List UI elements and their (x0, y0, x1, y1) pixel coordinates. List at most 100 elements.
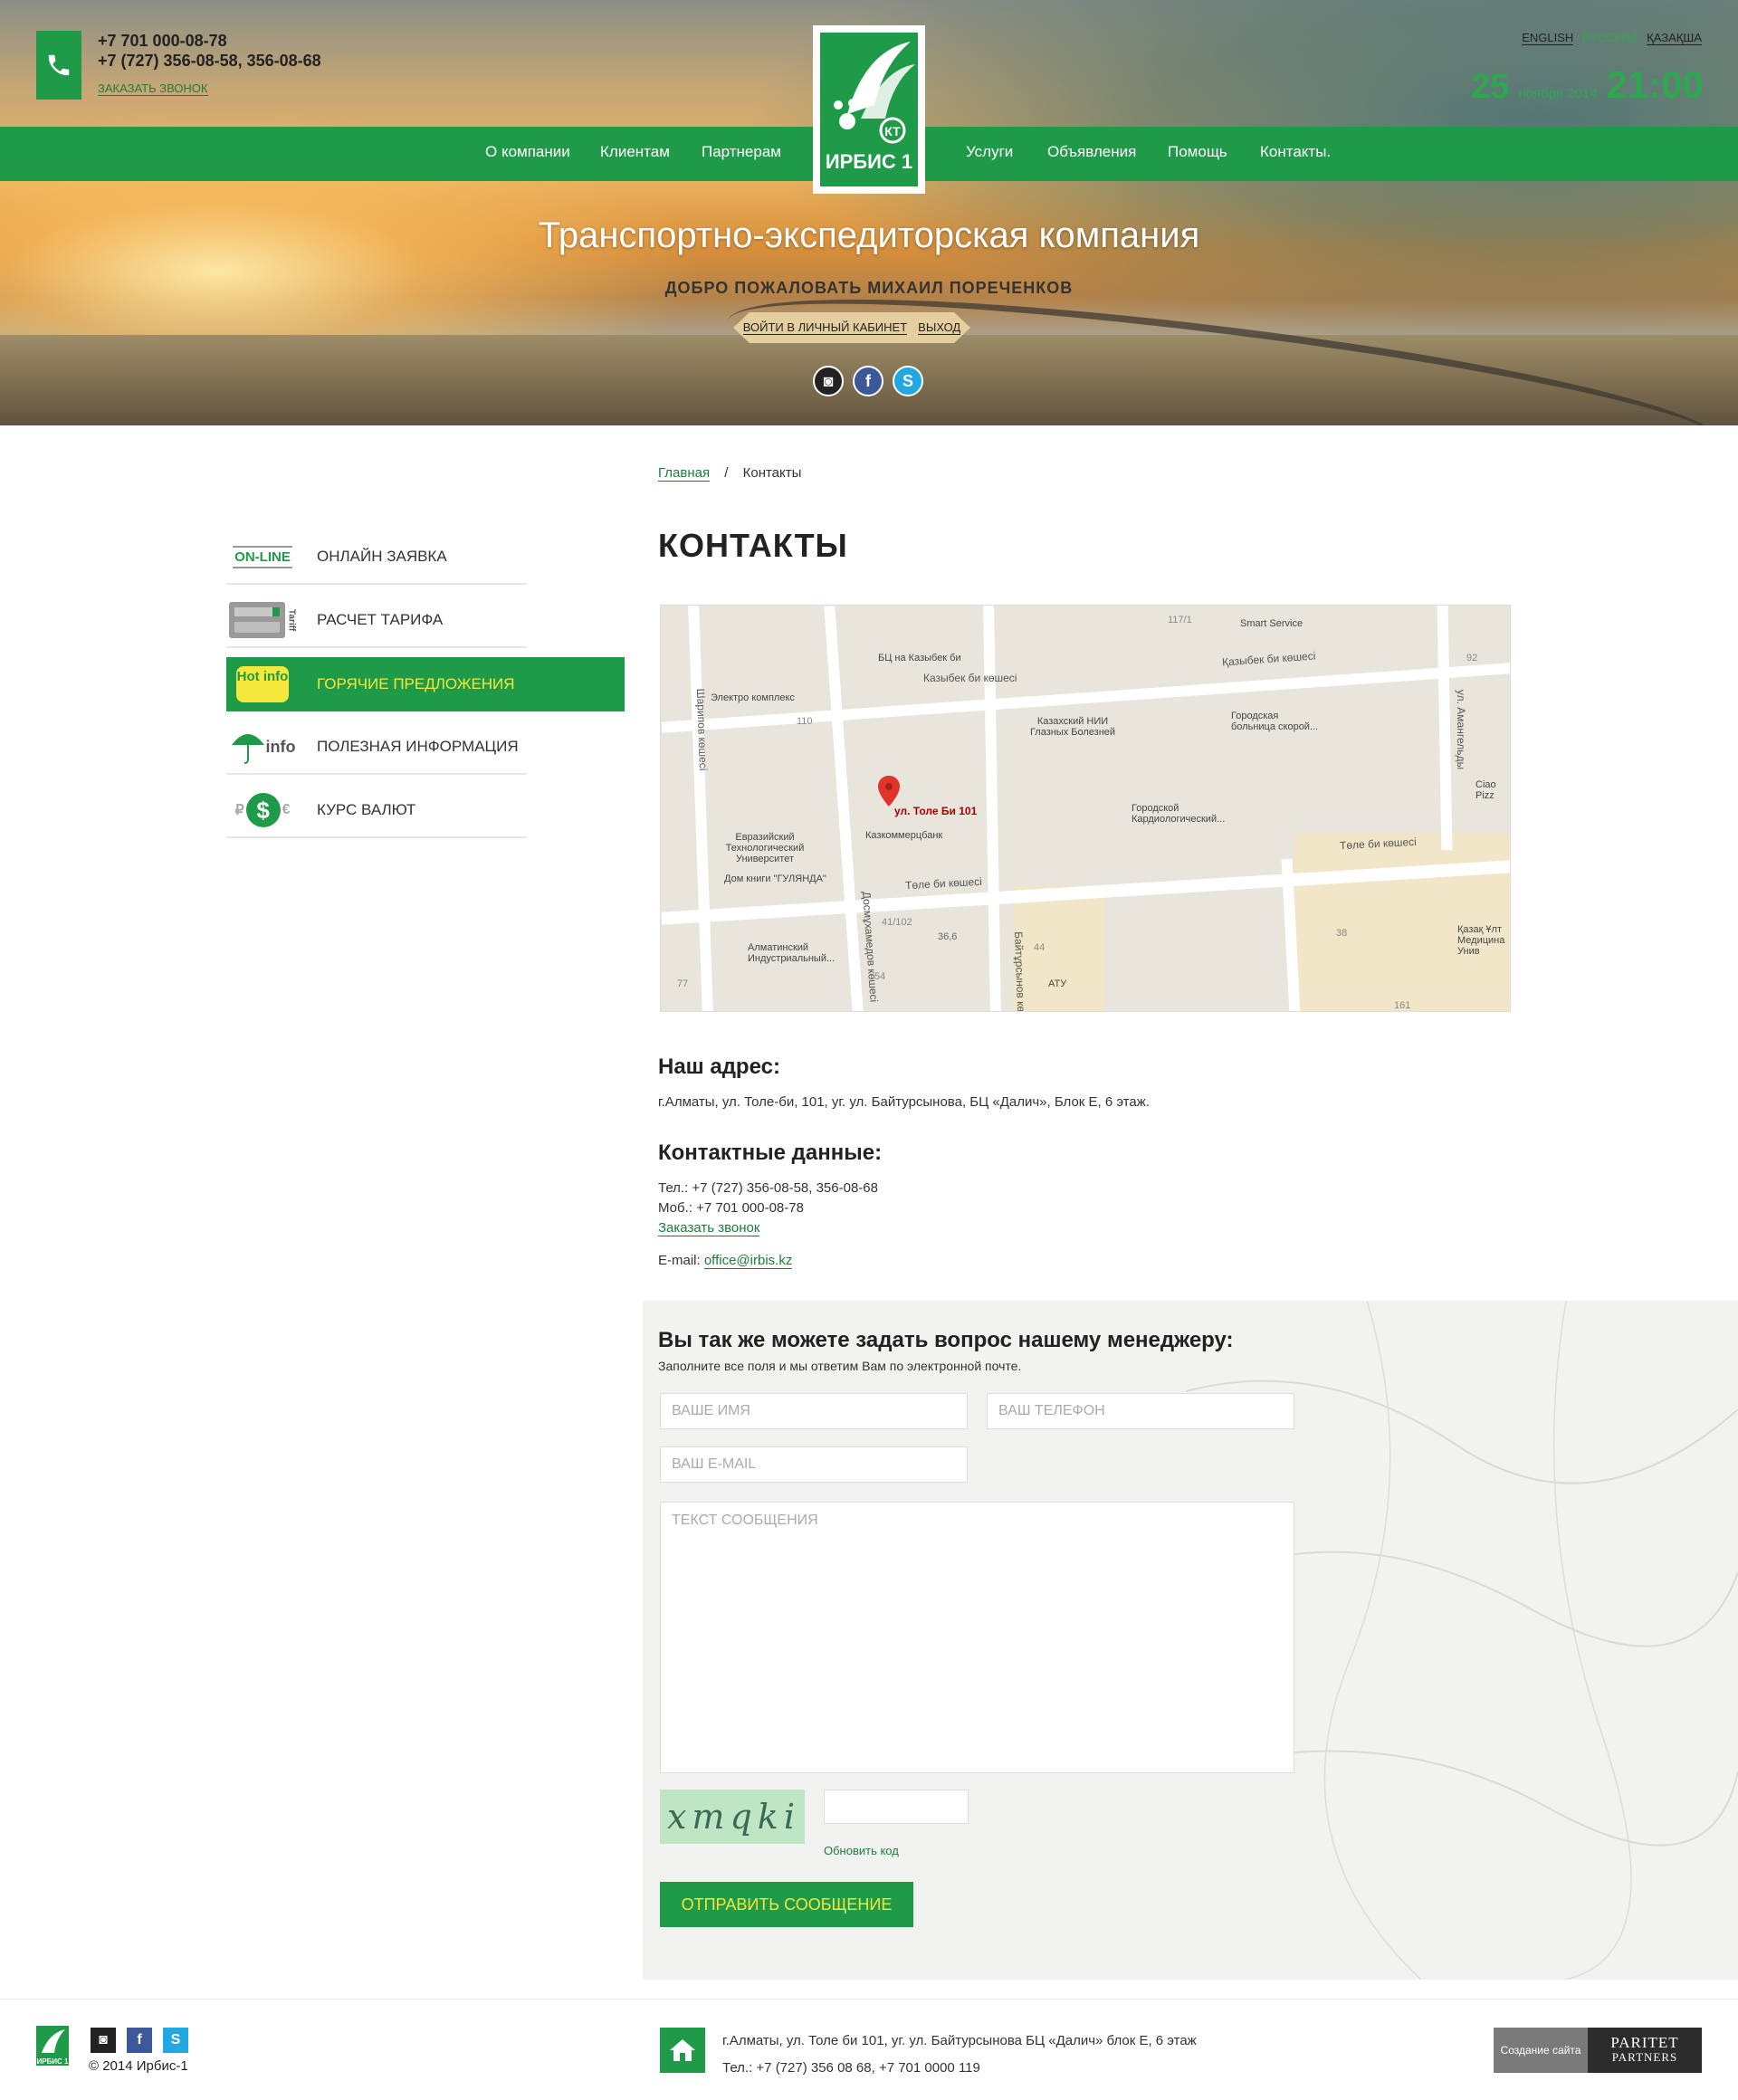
map-poi: 92 (1466, 653, 1478, 663)
email-label: E-mail: (658, 1253, 701, 1268)
map-poi: БЦ на Казыбек би (878, 653, 961, 663)
instagram-icon[interactable]: ◙ (813, 366, 844, 396)
email-link[interactable]: office@irbis.kz (703, 1253, 793, 1269)
footer-facebook-icon[interactable]: f (127, 2028, 152, 2053)
map-poi: 38 (1336, 928, 1348, 939)
map-label: Казыбек би көшесі (923, 672, 1017, 684)
breadcrumb-home[interactable]: Главная (658, 465, 711, 482)
date-month: ноября 2014 (1518, 86, 1598, 101)
map-poi: 44 (1034, 942, 1046, 953)
map-road-sharipov (688, 606, 713, 1011)
nav-help[interactable]: Помощь (1168, 127, 1227, 181)
nav-contacts[interactable]: Контакты. (1260, 127, 1331, 181)
umbrella-info-icon: info (226, 728, 299, 766)
sidebar-item-online-order[interactable]: ON-LINE ОНЛАЙН ЗАЯВКА (226, 530, 527, 585)
welcome-message: ДОБРО ПОЖАЛОВАТЬ МИХАИЛ ПОРЕЧЕНКОВ (664, 279, 1074, 297)
captcha-input[interactable] (824, 1790, 969, 1824)
cabinet-ribbon: ВОЙТИ В ЛИЧНЫЙ КАБИНЕТ ВЫХОД (733, 312, 970, 343)
time: 21:00 (1606, 63, 1704, 106)
footer-phones: Тел.: +7 (727) 356 08 68, +7 701 0000 11… (722, 2060, 980, 2076)
callback-link[interactable]: Заказать звонок (658, 1220, 760, 1236)
logout-link[interactable]: ВЫХОД (918, 320, 961, 335)
sidebar-item-hot-offers[interactable]: Hot info ГОРЯЧИЕ ПРЕДЛОЖЕНИЯ (226, 657, 625, 711)
footer-logo[interactable]: ИРБИС 1 (36, 2026, 69, 2066)
map-label: Шарипов көшесі (693, 688, 710, 771)
currency-icon: ₽ $ € (226, 791, 299, 829)
sidebar-item-label: ГОРЯЧИЕ ПРЕДЛОЖЕНИЯ (317, 675, 515, 692)
map-pin-label: ул. Толе Би 101 (894, 805, 978, 817)
lang-english[interactable]: ENGLISH (1522, 31, 1574, 45)
footer-divider (0, 1999, 1738, 2000)
nav-announcements[interactable]: Объявления (1047, 127, 1136, 181)
creator-brand-line1: PARITET (1610, 2034, 1679, 2051)
sidebar-item-tariff[interactable]: Tariff РАСЧЕТ ТАРИФА (226, 594, 527, 648)
submit-button[interactable]: ОТПРАВИТЬ СООБЩЕНИЕ (660, 1882, 913, 1927)
address-text: г.Алматы, ул. Толе-би, 101, уг. ул. Байт… (658, 1094, 1150, 1110)
creator-brand-line2: PARTNERS (1611, 2050, 1678, 2064)
facebook-icon[interactable]: f (853, 366, 883, 396)
contact-data-heading: Контактные данные: (658, 1141, 883, 1165)
creator-brand: PARITET PARTNERS (1588, 2028, 1702, 2073)
header-phone-landline: +7 (727) 356-08-58, 356-08-68 (98, 52, 321, 70)
message-textarea[interactable]: ТЕКСТ СООБЩЕНИЯ (660, 1502, 1294, 1773)
nav-services[interactable]: Услуги (966, 127, 1013, 181)
sidebar-menu: ON-LINE ОНЛАЙН ЗАЯВКА Tariff РАСЧЕТ ТАРИ… (226, 530, 625, 847)
header-callback-link[interactable]: ЗАКАЗАТЬ ЗВОНОК (98, 81, 208, 96)
map-poi: Алматинский Индустриальный... (748, 942, 836, 964)
map-poi: 77 (677, 978, 689, 989)
sidebar-item-label: ПОЛЕЗНАЯ ИНФОРМАЦИЯ (317, 738, 519, 755)
address-heading: Наш адрес: (658, 1055, 780, 1079)
footer-address-block: г.Алматы, ул. Толе би 101, уг. ул. Байту… (722, 2028, 1197, 2082)
svg-text:КТ: КТ (884, 124, 901, 138)
logo-text: ИРБИС 1 (825, 150, 913, 173)
breadcrumb: Главная / Контакты (658, 465, 802, 482)
map-poi: 41/102 (882, 917, 912, 928)
online-icon: ON-LINE (226, 538, 299, 576)
header-phone-mobile: +7 701 000-08-78 (98, 32, 227, 50)
breadcrumb-current: Контакты (742, 465, 802, 481)
map-poi: Городской Кардиологический... (1132, 803, 1226, 825)
map-label: Төле би көшесі (904, 874, 983, 892)
language-switcher: ENGLISH РУССКИЙ ҚАЗАҚША (1516, 31, 1702, 45)
location-map[interactable]: Казыбек би көшесі Қазыбек би көшесі Төле… (660, 605, 1511, 1012)
form-subtitle: Заполните все поля и мы ответим Вам по э… (658, 1359, 1022, 1373)
map-poi: 117/1 (1168, 615, 1192, 625)
map-label: ул. Амангельды (1455, 689, 1468, 770)
map-poi: Дом книги "ГУЛЯНДА" (724, 873, 826, 884)
calculator-icon: Tariff (226, 601, 299, 639)
footer-skype-icon[interactable]: S (163, 2028, 188, 2053)
feedback-form: Вы так же можете задать вопрос нашему ме… (643, 1301, 1738, 1980)
nav-partners[interactable]: Партнерам (702, 127, 781, 181)
map-poi: 110 (797, 716, 813, 727)
map-poi: Казкоммерцбанк (865, 830, 943, 841)
email-input[interactable]: ВАШ E-MAIL (660, 1446, 968, 1483)
svg-text:ИРБИС 1: ИРБИС 1 (36, 2057, 69, 2066)
hero-tagline: Транспортно-экспедиторская компания (538, 215, 1200, 255)
creator-label: Создание сайта (1494, 2028, 1588, 2073)
map-poi: 54 (874, 971, 886, 982)
sidebar-item-label: ОНЛАЙН ЗАЯВКА (317, 548, 447, 565)
nav-clients[interactable]: Клиентам (600, 127, 670, 181)
lang-kazakh[interactable]: ҚАЗАҚША (1647, 31, 1702, 45)
header-contacts: +7 701 000-08-78 +7 (727) 356-08-58, 356… (36, 31, 321, 100)
contact-mobile: Моб.: +7 701 000-08-78 (658, 1200, 804, 1216)
site-creator-badge[interactable]: Создание сайта PARITET PARTNERS (1494, 2028, 1702, 2073)
name-input[interactable]: ВАШЕ ИМЯ (660, 1393, 968, 1429)
map-road-amangeldy (1437, 606, 1453, 851)
page-title: КОНТАКТЫ (658, 527, 848, 564)
captcha-refresh-link[interactable]: Обновить код (824, 1844, 899, 1857)
lang-russian[interactable]: РУССКИЙ (1582, 31, 1638, 44)
cabinet-link[interactable]: ВОЙТИ В ЛИЧНЫЙ КАБИНЕТ (742, 320, 908, 335)
sidebar-item-useful-info[interactable]: info ПОЛЕЗНАЯ ИНФОРМАЦИЯ (226, 721, 527, 775)
nav-about[interactable]: О компании (485, 127, 570, 181)
footer-instagram-icon[interactable]: ◙ (91, 2028, 116, 2053)
form-title: Вы так же можете задать вопрос нашему ме… (658, 1328, 1234, 1352)
map-poi: Евразийский Технологический Университет (725, 832, 805, 864)
site-logo[interactable]: КТ ИРБИС 1 (813, 25, 925, 194)
sidebar-item-label: КУРС ВАЛЮТ (317, 801, 416, 818)
map-pin-icon[interactable] (878, 776, 900, 807)
skype-icon[interactable]: S (893, 366, 923, 396)
sidebar-item-currency[interactable]: ₽ $ € КУРС ВАЛЮТ (226, 784, 527, 838)
phone-input[interactable]: ВАШ ТЕЛЕФОН (987, 1393, 1294, 1429)
map-block-atu (1014, 886, 1104, 1011)
